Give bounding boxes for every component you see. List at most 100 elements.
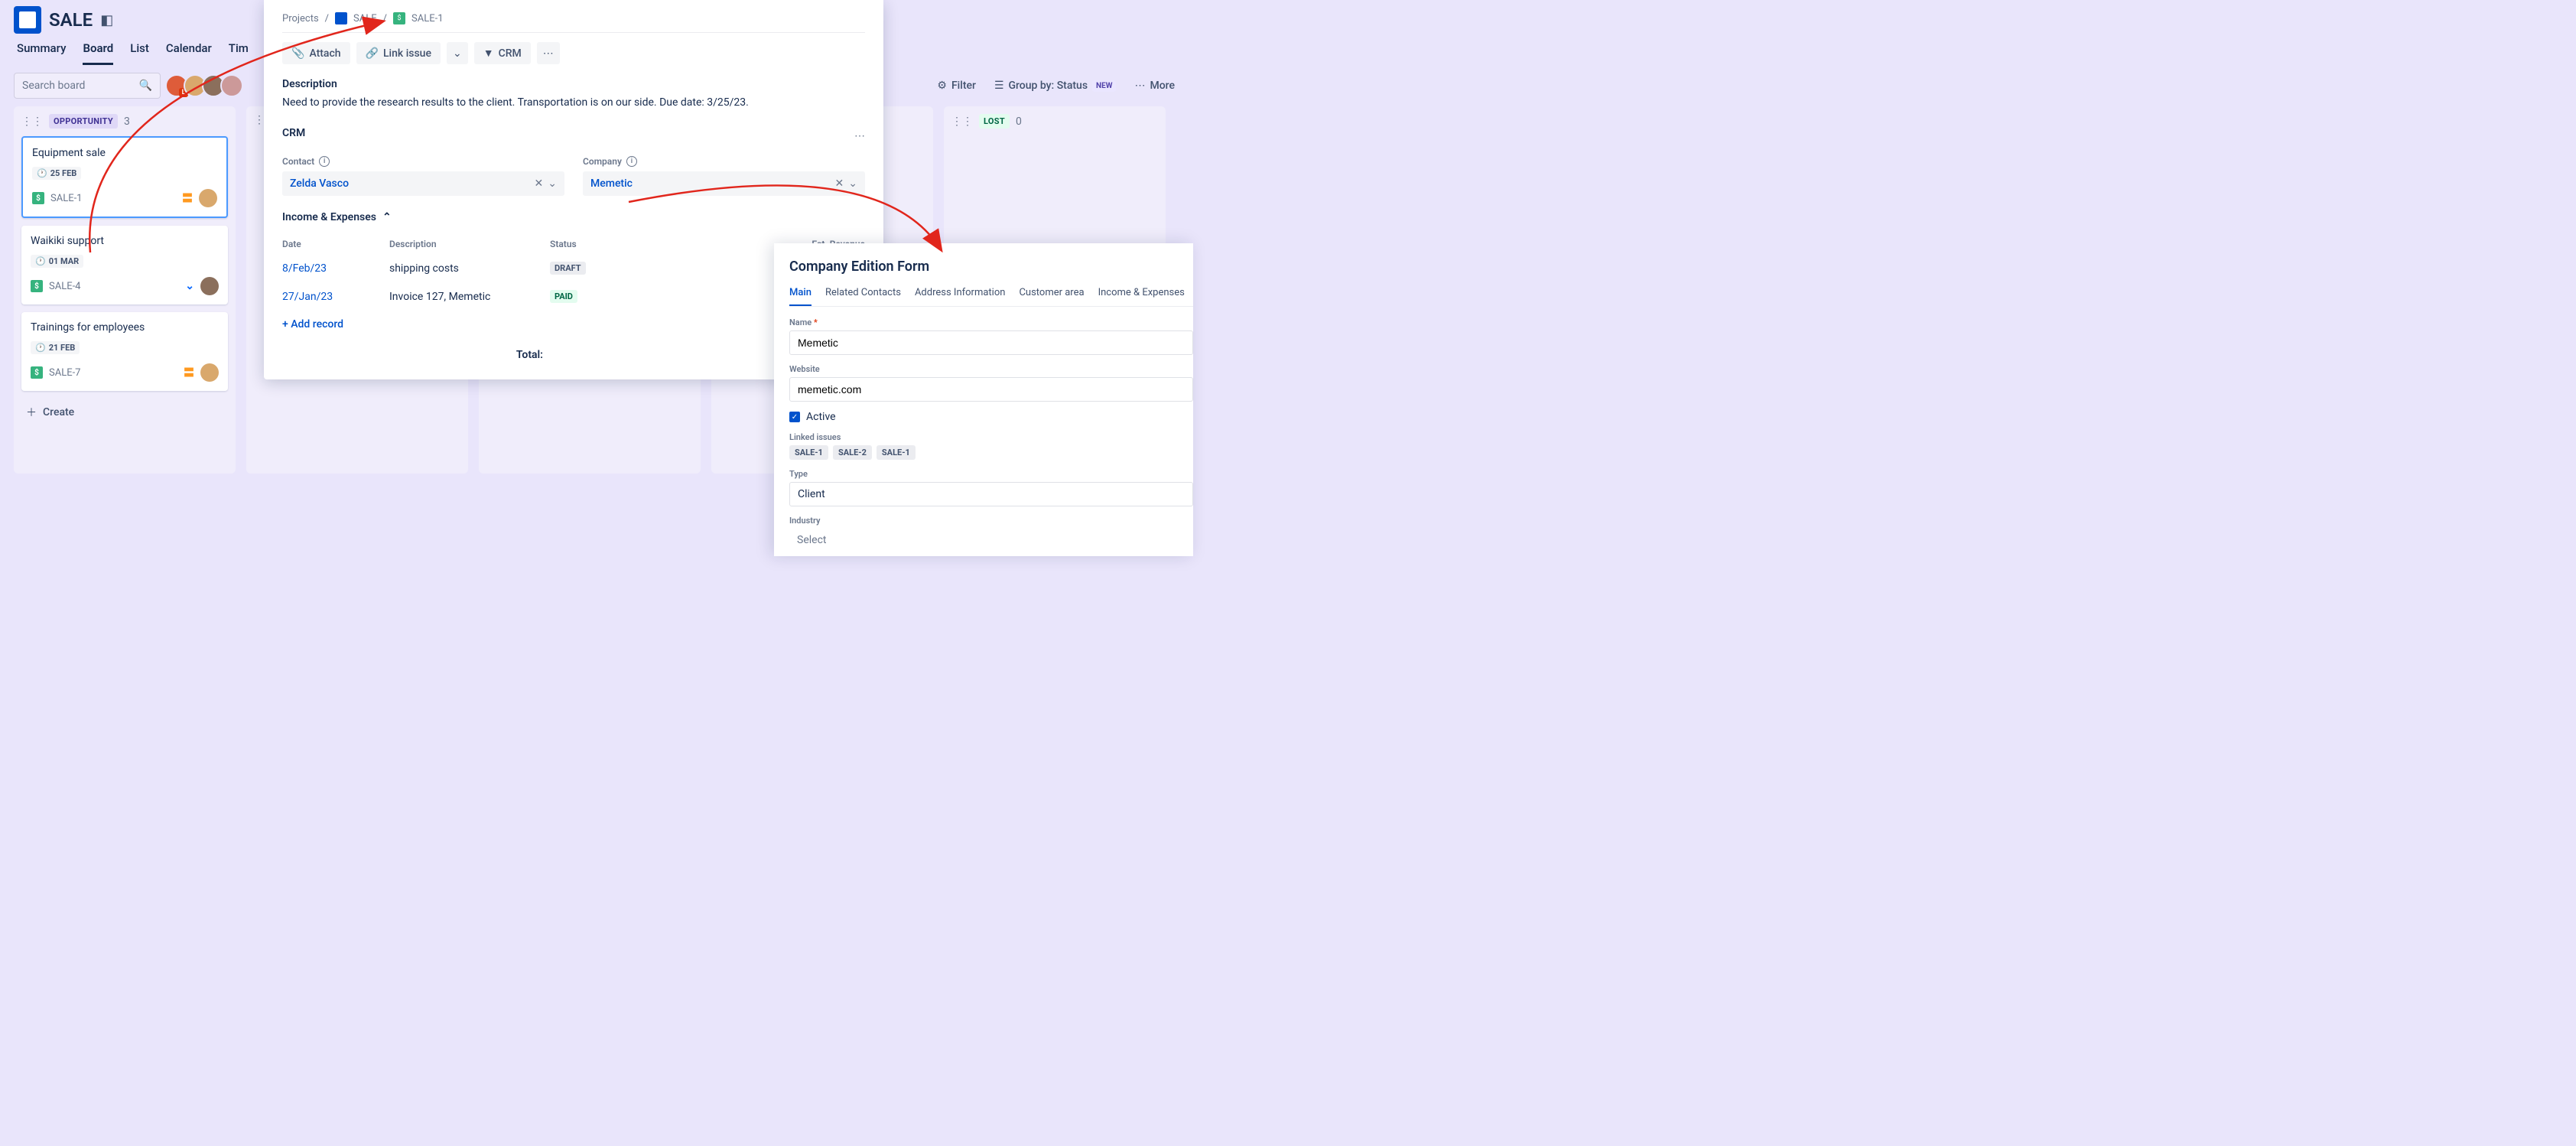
clock-icon: 🕐	[37, 168, 47, 178]
card-key: SALE-1	[50, 193, 83, 204]
more-button[interactable]: ⋯ More	[1130, 77, 1179, 95]
status-chip: DRAFT	[550, 262, 586, 275]
checkbox-icon[interactable]: ✓	[789, 412, 800, 422]
th-status: Status	[550, 239, 657, 249]
column-header: ⋮⋮ OPPORTUNITY 3	[21, 114, 228, 129]
company-edition-form: Company Edition Form Main Related Contac…	[774, 243, 1193, 556]
tab-calendar[interactable]: Calendar	[166, 41, 212, 65]
issue-card[interactable]: Waikiki support 🕐01 MAR $ SALE-4 ⌄	[21, 226, 228, 304]
search-placeholder: Search board	[22, 80, 85, 92]
card-key: SALE-7	[49, 367, 81, 379]
form-tab-ie[interactable]: Income & Expenses	[1098, 287, 1185, 306]
tab-board[interactable]: Board	[83, 41, 113, 65]
theme-icon[interactable]: ◧	[100, 12, 113, 28]
priority-icon: 〓	[182, 190, 193, 206]
cell-date[interactable]: 27/Jan/23	[282, 291, 389, 303]
info-icon[interactable]: i	[319, 156, 330, 167]
issue-type-icon: $	[32, 192, 44, 204]
form-tab-address[interactable]: Address Information	[915, 287, 1006, 306]
column-header: ⋮⋮ LOST 0	[951, 114, 1158, 129]
more-icon[interactable]: ⋯	[854, 130, 865, 142]
form-tab-main[interactable]: Main	[789, 287, 812, 306]
type-select[interactable]: Client	[789, 482, 1193, 506]
industry-field: Industry Select	[789, 516, 1193, 552]
clear-icon[interactable]: ✕	[535, 177, 544, 190]
project-title: SALE	[49, 9, 93, 31]
form-tab-contacts[interactable]: Related Contacts	[825, 287, 901, 306]
plus-icon: ＋	[26, 405, 37, 420]
column-opportunity: ⋮⋮ OPPORTUNITY 3 Equipment sale 🕐25 FEB …	[14, 106, 236, 474]
th-date: Date	[282, 239, 389, 249]
cell-date[interactable]: 8/Feb/23	[282, 262, 389, 275]
active-checkbox-row[interactable]: ✓ Active	[789, 411, 1193, 423]
create-issue-button[interactable]: ＋ Create	[21, 399, 228, 426]
assignee-avatar[interactable]	[199, 189, 217, 207]
filter-button[interactable]: ⚙ Filter	[932, 77, 981, 95]
breadcrumb-projects[interactable]: Projects	[282, 13, 319, 24]
contact-input[interactable]: Zelda Vasco ✕ ⌄	[282, 171, 564, 196]
search-input[interactable]: Search board 🔍	[14, 73, 161, 99]
search-icon: 🔍	[139, 80, 152, 92]
card-title: Equipment sale	[32, 147, 217, 159]
filter-icon: ⚙	[937, 80, 947, 92]
assignee-avatar[interactable]	[200, 277, 219, 295]
card-due-date: 🕐25 FEB	[32, 167, 81, 180]
card-title: Trainings for employees	[31, 321, 219, 334]
industry-select[interactable]: Select	[789, 529, 1193, 552]
assignee-avatars[interactable]: L	[170, 74, 243, 97]
company-input[interactable]: Memetic ✕⌄	[583, 171, 865, 196]
contact-value: Zelda Vasco	[290, 177, 349, 190]
clear-icon[interactable]: ✕	[835, 177, 844, 190]
tab-timeline[interactable]: Tim	[229, 41, 249, 65]
attach-button[interactable]: 📎Attach	[282, 42, 350, 64]
clock-icon: 🕐	[35, 343, 46, 353]
chevron-down-icon[interactable]: ⌄	[548, 177, 557, 190]
issue-card[interactable]: Trainings for employees 🕐21 FEB $ SALE-7…	[21, 312, 228, 391]
project-icon	[335, 12, 347, 24]
drag-icon[interactable]: ⋮⋮	[21, 116, 43, 128]
chevron-up-icon: ⌃	[382, 211, 392, 223]
breadcrumb-issue[interactable]: SALE-1	[411, 13, 444, 24]
clock-icon: 🕐	[35, 256, 46, 266]
groupby-button[interactable]: ☰ Group by: Status NEW	[990, 77, 1121, 95]
more-actions-button[interactable]: ⋯	[537, 42, 560, 64]
name-field: Name *	[789, 317, 1193, 355]
crm-fields: Contacti Zelda Vasco ✕⌄ Companyi Memetic…	[282, 156, 865, 196]
funnel-icon: ▼	[483, 47, 494, 60]
breadcrumb-project[interactable]: SALE	[353, 13, 377, 24]
form-tab-customer[interactable]: Customer area	[1019, 287, 1084, 306]
project-icon	[14, 6, 41, 34]
drag-icon[interactable]: ⋮⋮	[951, 116, 973, 128]
linked-issue-chip[interactable]: SALE-2	[833, 445, 872, 460]
info-icon[interactable]: i	[626, 156, 637, 167]
column-name: LOST	[979, 114, 1010, 129]
issue-type-icon: $	[31, 366, 43, 379]
chevron-down-icon[interactable]: ⌄	[848, 177, 857, 190]
link-dropdown[interactable]: ⌄	[447, 42, 468, 64]
linked-issue-chip[interactable]: SALE-1	[789, 445, 828, 460]
form-title: Company Edition Form	[789, 259, 1193, 275]
linked-issue-chip[interactable]: SALE-1	[877, 445, 916, 460]
avatar[interactable]	[220, 74, 243, 97]
crm-button[interactable]: ▼CRM	[474, 42, 531, 64]
card-title: Waikiki support	[31, 235, 219, 247]
tab-list[interactable]: List	[130, 41, 149, 65]
income-expenses-header[interactable]: Income & Expenses ⌃	[282, 211, 865, 223]
contact-field: Contacti Zelda Vasco ✕⌄	[282, 156, 564, 196]
description-text[interactable]: Need to provide the research results to …	[282, 96, 865, 109]
issue-card[interactable]: Equipment sale 🕐25 FEB $ SALE-1 〓	[21, 136, 228, 218]
priority-icon: 〓	[184, 365, 194, 380]
total-label: Total:	[282, 349, 604, 361]
website-input[interactable]	[789, 377, 1193, 402]
assignee-avatar[interactable]	[200, 363, 219, 382]
link-issue-button[interactable]: 🔗Link issue	[356, 42, 441, 64]
crm-section-header: CRM ⋯	[282, 127, 865, 145]
column-count: 0	[1016, 116, 1022, 128]
cell-desc: Invoice 127, Memetic	[389, 291, 550, 303]
issue-type-icon: $	[31, 280, 43, 292]
name-input[interactable]	[789, 330, 1193, 355]
tab-summary[interactable]: Summary	[17, 41, 66, 65]
website-field: Website	[789, 364, 1193, 402]
more-icon: ⋯	[1134, 80, 1145, 92]
crm-title: CRM	[282, 127, 305, 139]
